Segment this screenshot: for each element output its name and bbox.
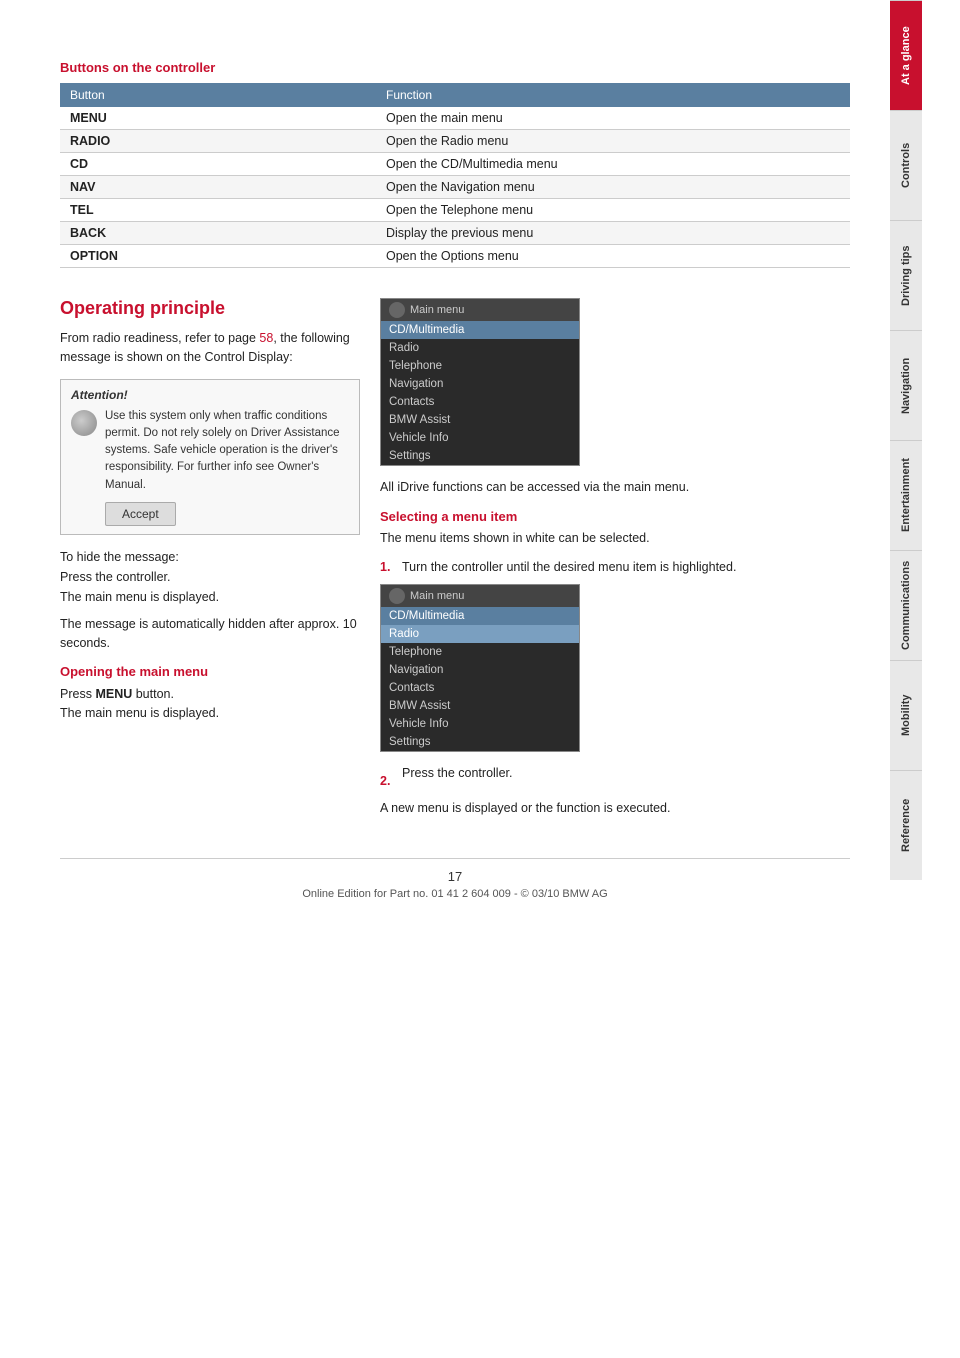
- menu-item-vehicle-info-1: Vehicle Info: [381, 429, 579, 447]
- sidebar-tab-navigation[interactable]: Navigation: [890, 330, 922, 440]
- table-row: OPTIONOpen the Options menu: [60, 245, 850, 268]
- table-row: CDOpen the CD/Multimedia menu: [60, 153, 850, 176]
- auto-hidden-text: The message is automatically hidden afte…: [60, 615, 360, 653]
- accept-button[interactable]: Accept: [105, 502, 176, 526]
- all-idrive-text: All iDrive functions can be accessed via…: [380, 478, 850, 497]
- menu-press-text: Press MENU button. The main menu is disp…: [60, 685, 360, 723]
- menu-item-radio-2: Radio: [381, 625, 579, 643]
- button-cell: RADIO: [60, 130, 376, 153]
- menu-title-1: Main menu: [410, 304, 464, 316]
- sidebar-tab-entertainment[interactable]: Entertainment: [890, 440, 922, 550]
- menu-button-label: MENU: [95, 687, 132, 701]
- table-header-function: Function: [376, 83, 850, 107]
- menu-item-cd-2: CD/Multimedia: [381, 607, 579, 625]
- menu-item-settings-1: Settings: [381, 447, 579, 465]
- bmw-logo-icon: [389, 302, 405, 318]
- menu-item-navigation-1: Navigation: [381, 375, 579, 393]
- attention-icon: [71, 410, 97, 436]
- menu-title-2: Main menu: [410, 590, 464, 602]
- step-2: 2. Press the controller.: [380, 764, 850, 791]
- menu-item-contacts-1: Contacts: [381, 393, 579, 411]
- buttons-section-title: Buttons on the controller: [60, 60, 850, 75]
- button-cell: CD: [60, 153, 376, 176]
- function-cell: Open the CD/Multimedia menu: [376, 153, 850, 176]
- buttons-section: Buttons on the controller Button Functio…: [60, 60, 850, 268]
- table-row: TELOpen the Telephone menu: [60, 199, 850, 222]
- footer-text: Online Edition for Part no. 01 41 2 604 …: [302, 888, 607, 900]
- step-1-text: Turn the controller until the desired me…: [402, 558, 736, 577]
- function-cell: Open the Telephone menu: [376, 199, 850, 222]
- main-menu-mockup-2: Main menu CD/Multimedia Radio Telephone …: [380, 584, 580, 752]
- button-cell: MENU: [60, 107, 376, 130]
- button-cell: BACK: [60, 222, 376, 245]
- sidebar-tab-at-a-glance[interactable]: At a glance: [890, 0, 922, 110]
- table-header-button: Button: [60, 83, 376, 107]
- sidebar-tab-mobility[interactable]: Mobility: [890, 660, 922, 770]
- function-cell: Open the Options menu: [376, 245, 850, 268]
- table-row: MENUOpen the main menu: [60, 107, 850, 130]
- button-cell: NAV: [60, 176, 376, 199]
- result-text: A new menu is displayed or the function …: [380, 799, 850, 818]
- sidebar-tab-controls[interactable]: Controls: [890, 110, 922, 220]
- function-cell: Open the Navigation menu: [376, 176, 850, 199]
- table-row: NAVOpen the Navigation menu: [60, 176, 850, 199]
- menu-item-telephone-2: Telephone: [381, 643, 579, 661]
- operating-principle-section: Operating principle From radio readiness…: [60, 298, 850, 818]
- sidebar-tab-communications[interactable]: Communications: [890, 550, 922, 660]
- sidebar-tab-reference[interactable]: Reference: [890, 770, 922, 880]
- buttons-table: Button Function MENUOpen the main menuRA…: [60, 83, 850, 268]
- menu-item-vehicle-info-2: Vehicle Info: [381, 715, 579, 733]
- menu-item-bmw-assist-2: BMW Assist: [381, 697, 579, 715]
- menu-item-telephone-1: Telephone: [381, 357, 579, 375]
- left-column: Operating principle From radio readiness…: [60, 298, 360, 818]
- menu-item-bmw-assist-1: BMW Assist: [381, 411, 579, 429]
- operating-principle-title: Operating principle: [60, 298, 360, 319]
- attention-box: Attention! Use this system only when tra…: [60, 379, 360, 535]
- step-2-text: Press the controller.: [402, 764, 512, 791]
- step-2-number: 2.: [380, 772, 396, 791]
- menu-item-navigation-2: Navigation: [381, 661, 579, 679]
- menu-item-settings-2: Settings: [381, 733, 579, 751]
- hide-message-text: To hide the message: Press the controlle…: [60, 547, 360, 607]
- right-column: Main menu CD/Multimedia Radio Telephone …: [380, 298, 850, 818]
- bmw-logo-icon-2: [389, 588, 405, 604]
- page-footer: 17 Online Edition for Part no. 01 41 2 6…: [60, 858, 850, 900]
- selecting-menu-item-heading: Selecting a menu item: [380, 509, 850, 524]
- right-sidebar: At a glance Controls Driving tips Naviga…: [890, 0, 922, 1358]
- attention-text: Use this system only when traffic condit…: [105, 410, 340, 491]
- function-cell: Open the Radio menu: [376, 130, 850, 153]
- attention-header: Attention!: [71, 388, 349, 402]
- op-intro-text: From radio readiness, refer to page 58, …: [60, 329, 360, 367]
- function-cell: Open the main menu: [376, 107, 850, 130]
- step-1-number: 1.: [380, 558, 396, 577]
- main-menu-mockup-1: Main menu CD/Multimedia Radio Telephone …: [380, 298, 580, 466]
- select-intro-text: The menu items shown in white can be sel…: [380, 529, 850, 548]
- step-1: 1. Turn the controller until the desired…: [380, 558, 850, 577]
- function-cell: Display the previous menu: [376, 222, 850, 245]
- opening-main-menu-heading: Opening the main menu: [60, 664, 360, 679]
- menu-item-cd: CD/Multimedia: [381, 321, 579, 339]
- menu-item-radio-1: Radio: [381, 339, 579, 357]
- button-cell: OPTION: [60, 245, 376, 268]
- page-number: 17: [60, 869, 850, 884]
- table-row: BACKDisplay the previous menu: [60, 222, 850, 245]
- menu-item-contacts-2: Contacts: [381, 679, 579, 697]
- button-cell: TEL: [60, 199, 376, 222]
- sidebar-tab-driving-tips[interactable]: Driving tips: [890, 220, 922, 330]
- table-row: RADIOOpen the Radio menu: [60, 130, 850, 153]
